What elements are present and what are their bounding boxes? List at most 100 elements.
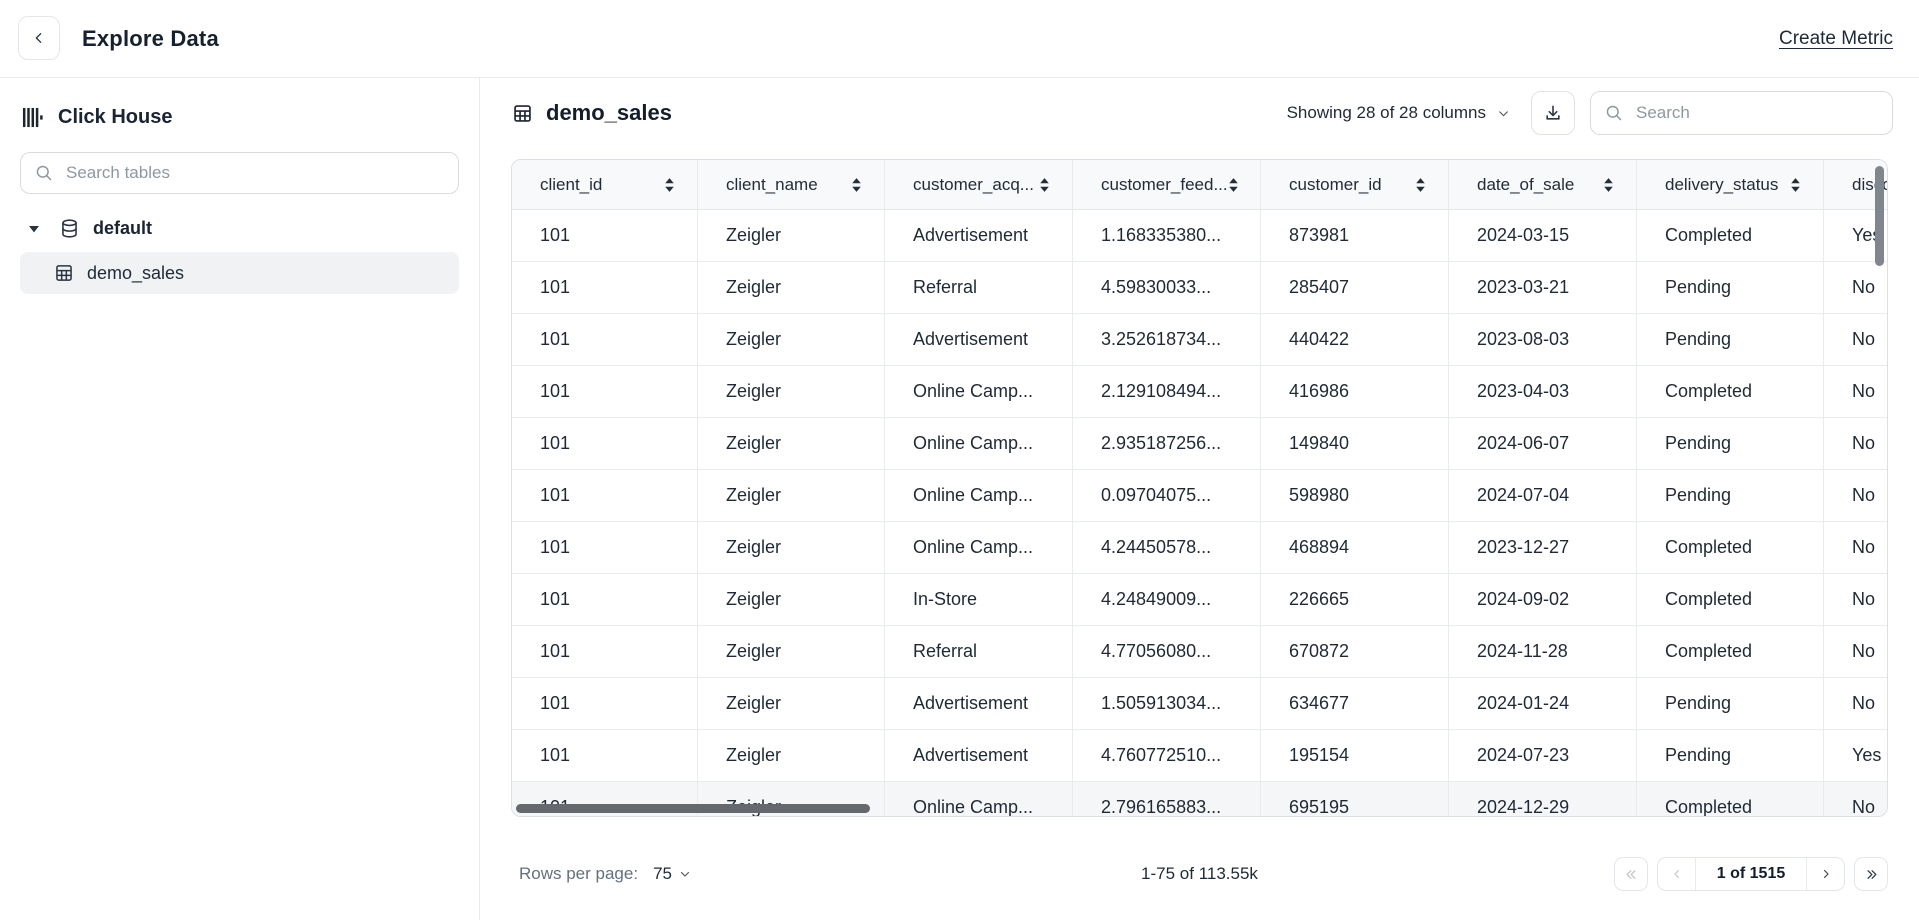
table-cell: 101 [512, 522, 698, 573]
table-cell: 101 [512, 418, 698, 469]
table-cell: 2023-12-27 [1449, 522, 1637, 573]
column-label: date_of_sale [1477, 175, 1574, 195]
table-cell: Referral [885, 626, 1073, 677]
table-cell: Online Camp... [885, 366, 1073, 417]
sort-icon[interactable] [1415, 177, 1426, 193]
table-cell: Zeigler [698, 314, 885, 365]
next-page-button[interactable] [1807, 858, 1844, 890]
first-page-button[interactable] [1614, 857, 1648, 891]
table-cell: 2024-01-24 [1449, 678, 1637, 729]
prev-page-button[interactable] [1658, 858, 1695, 890]
column-label: client_id [540, 175, 602, 195]
pagination: 1 of 1515 [1614, 857, 1888, 891]
table-cell: 2.935187256... [1073, 418, 1261, 469]
tree-node-default[interactable]: default [28, 218, 479, 239]
download-button[interactable] [1531, 91, 1575, 135]
table-cell: 101 [512, 262, 698, 313]
table-cell: Zeigler [698, 470, 885, 521]
sort-icon[interactable] [1039, 177, 1050, 193]
table-row[interactable]: 101ZeiglerAdvertisement3.252618734...440… [512, 314, 1887, 366]
column-label: customer_feed... [1101, 175, 1228, 195]
sidebar-item-demo-sales[interactable]: demo_sales [20, 252, 459, 294]
sort-icon[interactable] [1603, 177, 1614, 193]
grid-search-input[interactable] [1634, 102, 1878, 124]
vertical-scrollbar[interactable] [1875, 166, 1884, 266]
datasource-header: Click House [0, 78, 479, 129]
table-cell: Zeigler [698, 678, 885, 729]
table-cell: No [1824, 418, 1888, 469]
table-cell: 2.796165883... [1073, 782, 1261, 817]
table-row[interactable]: 101ZeiglerOnline Camp...2.129108494...41… [512, 366, 1887, 418]
chevron-right-icon [1819, 867, 1833, 881]
table-cell: 2024-09-02 [1449, 574, 1637, 625]
table-cell: 468894 [1261, 522, 1449, 573]
table-cell: No [1824, 314, 1888, 365]
table-cell: Pending [1637, 678, 1824, 729]
table-cell: 634677 [1261, 678, 1449, 729]
table-toolbar: demo_sales Showing 28 of 28 columns [512, 91, 1893, 135]
table-cell: 416986 [1261, 366, 1449, 417]
column-header-delivery_status[interactable]: delivery_status [1637, 160, 1824, 209]
columns-summary-label: Showing 28 of 28 columns [1287, 103, 1486, 123]
table-cell: Completed [1637, 522, 1824, 573]
table-icon [54, 263, 74, 283]
table-cell: Zeigler [698, 730, 885, 781]
table-row[interactable]: 101ZeiglerOnline Camp...0.09704075...598… [512, 470, 1887, 522]
table-cell: 101 [512, 470, 698, 521]
caret-down-icon[interactable] [28, 225, 40, 233]
table-search-input[interactable] [64, 162, 444, 184]
column-header-customer_id[interactable]: customer_id [1261, 160, 1449, 209]
table-cell: Zeigler [698, 262, 885, 313]
table-row[interactable]: 101ZeiglerReferral4.59830033...285407202… [512, 262, 1887, 314]
create-metric-link[interactable]: Create Metric [1779, 0, 1893, 77]
table-cell: 2024-07-04 [1449, 470, 1637, 521]
back-chevron-icon [31, 30, 47, 46]
datasource-name: Click House [58, 106, 172, 129]
columns-visibility-dropdown[interactable]: Showing 28 of 28 columns [1287, 103, 1510, 123]
column-header-customer_acq[interactable]: customer_acq... [885, 160, 1073, 209]
table-row[interactable]: 101ZeiglerAdvertisement1.505913034...634… [512, 678, 1887, 730]
table-cell: Yes [1824, 730, 1888, 781]
table-cell: Pending [1637, 730, 1824, 781]
sort-icon[interactable] [1228, 177, 1239, 193]
table-title: demo_sales [546, 100, 672, 126]
column-label: customer_acq... [913, 175, 1034, 195]
table-row[interactable]: 101ZeiglerAdvertisement4.760772510...195… [512, 730, 1887, 782]
table-cell: 2024-07-23 [1449, 730, 1637, 781]
table-cell: 1.168335380... [1073, 210, 1261, 261]
table-cell: 101 [512, 366, 698, 417]
grid-search-box[interactable] [1590, 91, 1893, 135]
table-cell: 2023-03-21 [1449, 262, 1637, 313]
last-page-button[interactable] [1854, 857, 1888, 891]
table-row[interactable]: 101ZeiglerReferral4.77056080...670872202… [512, 626, 1887, 678]
table-cell: 149840 [1261, 418, 1449, 469]
column-header-client_id[interactable]: client_id [512, 160, 698, 209]
table-cell: Advertisement [885, 210, 1073, 261]
table-cell: 695195 [1261, 782, 1449, 817]
table-cell: 101 [512, 574, 698, 625]
sort-icon[interactable] [851, 177, 862, 193]
sidebar-search-box[interactable] [20, 152, 459, 194]
table-row[interactable]: 101ZeiglerIn-Store4.24849009...226665202… [512, 574, 1887, 626]
sidebar-item-label: demo_sales [87, 263, 184, 284]
back-button[interactable] [18, 16, 60, 60]
horizontal-scrollbar[interactable] [516, 804, 870, 813]
table-row[interactable]: 101ZeiglerOnline Camp...2.935187256...14… [512, 418, 1887, 470]
table-row[interactable]: 101ZeiglerOnline Camp...4.24450578...468… [512, 522, 1887, 574]
sort-icon[interactable] [1790, 177, 1801, 193]
table-title-group: demo_sales [512, 100, 672, 126]
table-header-row: client_id client_name customer_acq... custo… [512, 160, 1887, 210]
column-label: delivery_status [1665, 175, 1778, 195]
clickhouse-logo-icon [22, 106, 43, 129]
table-cell: 4.24849009... [1073, 574, 1261, 625]
table-cell: 226665 [1261, 574, 1449, 625]
table-row[interactable]: 101ZeiglerAdvertisement1.168335380...873… [512, 210, 1887, 262]
table-cell: 670872 [1261, 626, 1449, 677]
sort-icon[interactable] [664, 177, 675, 193]
column-header-client_name[interactable]: client_name [698, 160, 885, 209]
page-indicator: 1 of 1515 [1695, 858, 1807, 890]
column-header-date_of_sale[interactable]: date_of_sale [1449, 160, 1637, 209]
column-header-customer_feed[interactable]: customer_feed... [1073, 160, 1261, 209]
chevron-down-icon [1497, 107, 1510, 120]
table-cell: No [1824, 678, 1888, 729]
